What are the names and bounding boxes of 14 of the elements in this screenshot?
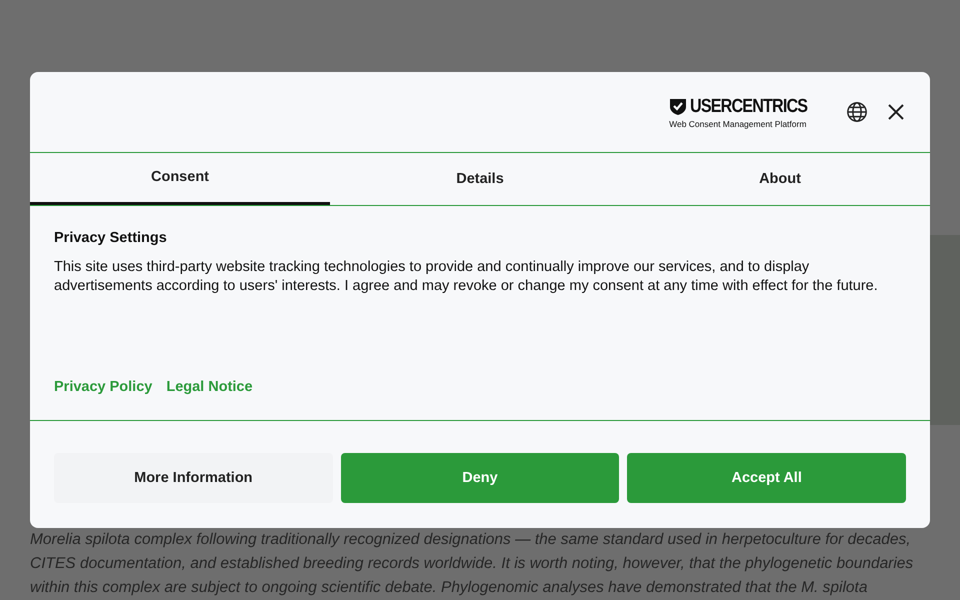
article-paragraph: Morelia spilota complex following traditionally recognized designations — the same standard used in herpetoculture for decades, CITES documentation, and established breeding records worldwide. It is worth noting, however, that the phylogenetic boundaries within this complex are subject to ongoing scientific debate. Phylogenomic analyses have demonstrated that the M. spilota — [30, 530, 914, 598]
more-information-button[interactable]: More Information — [54, 453, 333, 503]
shield-check-icon — [669, 98, 688, 116]
consent-button[interactable]: Deny — [340, 453, 620, 503]
brand-logo-text: USERCENTRICS — [690, 96, 808, 118]
close-button[interactable] — [886, 102, 906, 122]
brand-tagline: Web Consent Management Platform — [669, 118, 806, 128]
language-globe-button[interactable] — [846, 101, 868, 123]
tab[interactable]: Consent — [30, 153, 330, 205]
section-title: Privacy Settings — [54, 230, 168, 246]
consent-button[interactable]: Accept All — [627, 453, 906, 503]
consent-description: This site uses third-party website tracking technologies to provide and continually improve our services, and to display advertisements according to users' interests. I agree and may revoke or change my consent at any time with effect for the future. — [54, 258, 879, 296]
tab[interactable]: Details — [330, 153, 630, 205]
tab[interactable]: About — [630, 153, 930, 205]
